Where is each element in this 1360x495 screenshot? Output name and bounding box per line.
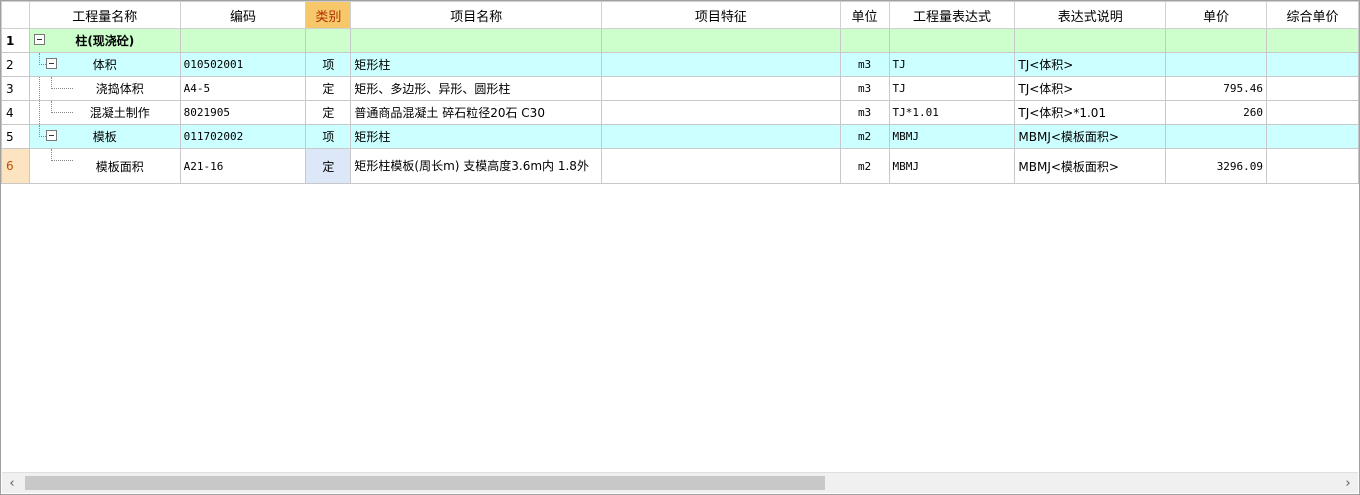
item-name-cell[interactable]: 矩形柱 (350, 52, 603, 77)
unit-price-cell[interactable]: 260 (1165, 100, 1268, 125)
composite-price-cell[interactable] (1266, 76, 1359, 101)
qty-expr-cell[interactable]: TJ (888, 76, 1016, 101)
row-number[interactable]: 5 (1, 124, 30, 149)
name-cell[interactable]: 体积 (28, 52, 181, 77)
header-name[interactable]: 工程量名称 (28, 1, 181, 29)
unit-price-cell[interactable]: 3296.09 (1165, 148, 1268, 184)
code-cell[interactable] (179, 28, 307, 53)
expr-desc-cell[interactable]: TJ<体积> (1014, 76, 1167, 101)
header-unit[interactable]: 单位 (839, 1, 890, 29)
name-cell[interactable]: 模板 (28, 124, 181, 149)
item-feature-cell[interactable] (601, 124, 841, 149)
tree-line (38, 101, 40, 124)
unit-price-cell[interactable] (1165, 52, 1268, 77)
row-number[interactable]: 2 (1, 52, 30, 77)
name-text: 柱(现浇砼) (75, 34, 135, 48)
name-text: 模板面积 (95, 159, 144, 174)
name-text: 模板 (92, 130, 117, 144)
header-unit-price[interactable]: 单价 (1165, 1, 1268, 29)
code-cell[interactable]: A4-5 (179, 76, 307, 101)
unit-cell[interactable]: m2 (839, 148, 890, 184)
composite-price-cell[interactable] (1266, 52, 1359, 77)
header-item-feature[interactable]: 项目特征 (601, 1, 841, 29)
item-feature-cell[interactable] (601, 76, 841, 101)
name-cell[interactable]: 混凝土制作 (28, 100, 181, 125)
row-number[interactable]: 3 (1, 76, 30, 101)
composite-price-cell[interactable] (1266, 124, 1359, 149)
unit-price-cell[interactable] (1165, 124, 1268, 149)
header-composite-price[interactable]: 综合单价 (1266, 1, 1359, 29)
composite-price-cell[interactable] (1266, 28, 1359, 53)
header-code[interactable]: 编码 (179, 1, 307, 29)
quantity-grid: 工程量名称 编码 类别 项目名称 项目特征 单位 工程量表达式 表达式说明 单价… (1, 1, 1359, 184)
composite-price-cell[interactable] (1266, 100, 1359, 125)
item-name-cell[interactable]: 矩形柱 (350, 124, 603, 149)
category-cell[interactable]: 定 (305, 100, 352, 125)
unit-cell[interactable] (839, 28, 890, 53)
table-row[interactable]: 2 体积 010502001 项 矩形柱 m3 TJ TJ<体积> (1, 52, 1359, 77)
header-rownum (1, 1, 30, 29)
code-cell[interactable]: 011702002 (179, 124, 307, 149)
scroll-left-icon[interactable]: ‹ (2, 473, 22, 493)
category-cell[interactable]: 项 (305, 52, 352, 77)
scrollbar-thumb[interactable] (25, 476, 825, 490)
scroll-right-icon[interactable]: › (1338, 473, 1358, 493)
category-cell[interactable] (305, 28, 352, 53)
table-row[interactable]: 5 模板 011702002 项 矩形柱 m2 MBMJ MBMJ<模板面积> (1, 124, 1359, 149)
qty-expr-cell[interactable]: MBMJ (888, 148, 1016, 184)
unit-cell[interactable]: m3 (839, 52, 890, 77)
category-cell[interactable]: 项 (305, 124, 352, 149)
item-feature-cell[interactable] (601, 148, 841, 184)
item-feature-cell[interactable] (601, 52, 841, 77)
table-row[interactable]: 4 混凝土制作 8021905 定 普通商品混凝土 碎石粒径20石 C30 m3… (1, 100, 1359, 125)
name-cell[interactable]: 浇捣体积 (28, 76, 181, 101)
item-feature-cell[interactable] (601, 100, 841, 125)
row-number[interactable]: 1 (1, 28, 30, 53)
tree-line (38, 77, 40, 100)
qty-expr-cell[interactable]: TJ (888, 52, 1016, 77)
unit-price-cell[interactable] (1165, 28, 1268, 53)
expr-desc-cell[interactable]: TJ<体积> (1014, 52, 1167, 77)
qty-expr-cell[interactable]: TJ*1.01 (888, 100, 1016, 125)
table-row[interactable]: 6 模板面积 A21-16 定 矩形柱模板(周长m) 支模高度3.6m内 1.8… (1, 148, 1359, 184)
code-cell[interactable]: 010502001 (179, 52, 307, 77)
name-text: 浇捣体积 (95, 82, 144, 96)
category-cell[interactable]: 定 (305, 76, 352, 101)
unit-cell[interactable]: m3 (839, 76, 890, 101)
category-cell[interactable]: 定 (305, 148, 352, 184)
name-cell[interactable]: 模板面积 (28, 148, 181, 184)
code-cell[interactable]: A21-16 (179, 148, 307, 184)
quantity-grid-frame: 工程量名称 编码 类别 项目名称 项目特征 单位 工程量表达式 表达式说明 单价… (0, 0, 1360, 495)
qty-expr-cell[interactable] (888, 28, 1016, 53)
item-name-cell[interactable]: 矩形、多边形、异形、圆形柱 (350, 76, 603, 101)
header-expr-desc[interactable]: 表达式说明 (1014, 1, 1167, 29)
expr-desc-cell[interactable]: MBMJ<模板面积> (1014, 124, 1167, 149)
expr-desc-cell[interactable]: MBMJ<模板面积> (1014, 148, 1167, 184)
header-row: 工程量名称 编码 类别 项目名称 项目特征 单位 工程量表达式 表达式说明 单价… (1, 1, 1359, 29)
expr-desc-cell[interactable] (1014, 28, 1167, 53)
item-name-cell[interactable] (350, 28, 603, 53)
name-text: 混凝土制作 (89, 106, 150, 120)
unit-price-cell[interactable]: 795.46 (1165, 76, 1268, 101)
name-cell[interactable]: 柱(现浇砼) (28, 28, 181, 53)
header-category[interactable]: 类别 (305, 1, 352, 29)
qty-expr-cell[interactable]: MBMJ (888, 124, 1016, 149)
composite-price-cell[interactable] (1266, 148, 1359, 184)
horizontal-scrollbar[interactable]: ‹ › (2, 472, 1358, 493)
header-item-name[interactable]: 项目名称 (350, 1, 603, 29)
item-feature-cell[interactable] (601, 28, 841, 53)
unit-cell[interactable]: m2 (839, 124, 890, 149)
table-row[interactable]: 1 柱(现浇砼) (1, 28, 1359, 53)
item-name-cell[interactable]: 矩形柱模板(周长m) 支模高度3.6m内 1.8外 (350, 148, 603, 184)
expr-desc-cell[interactable]: TJ<体积>*1.01 (1014, 100, 1167, 125)
table-row[interactable]: 3 浇捣体积 A4-5 定 矩形、多边形、异形、圆形柱 m3 TJ TJ<体积>… (1, 76, 1359, 101)
code-cell[interactable]: 8021905 (179, 100, 307, 125)
header-qty-expr[interactable]: 工程量表达式 (888, 1, 1016, 29)
item-name-cell[interactable]: 普通商品混凝土 碎石粒径20石 C30 (350, 100, 603, 125)
name-text: 体积 (92, 58, 117, 72)
row-number[interactable]: 4 (1, 100, 30, 125)
unit-cell[interactable]: m3 (839, 100, 890, 125)
row-number[interactable]: 6 (1, 148, 30, 184)
